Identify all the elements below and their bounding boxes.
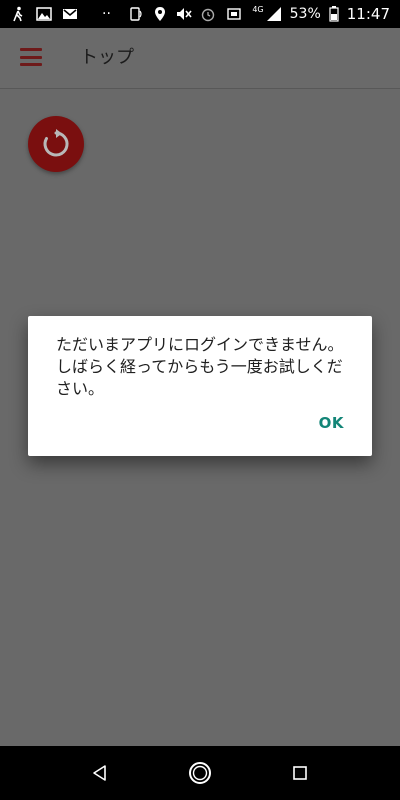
battery-percent: 53% [289, 6, 321, 22]
home-button[interactable] [170, 746, 230, 800]
navigation-bar [0, 746, 400, 800]
dots-icon: ·· [102, 6, 111, 22]
dialog-message: ただいまアプリにログインできません。しばらく経ってからもう一度お試しください。 [56, 335, 344, 398]
gmail-icon [63, 9, 77, 19]
back-icon [93, 765, 106, 781]
image-icon [36, 7, 52, 21]
ok-button[interactable]: OK [319, 414, 344, 432]
clock-time: 11:47 [346, 5, 390, 23]
recents-button[interactable] [270, 746, 330, 800]
mute-icon [177, 8, 192, 20]
recents-icon [293, 766, 307, 780]
location-icon [155, 7, 166, 21]
status-bar-right: 4G 53% 11:47 [128, 0, 390, 28]
signal-icon [266, 7, 281, 21]
back-button[interactable] [70, 746, 130, 800]
network-type-label: 4G [252, 5, 264, 14]
status-bar: ·· 4G 53% 11:47 [0, 0, 400, 28]
alert-dialog: ただいまアプリにログインできません。しばらく経ってからもう一度お試しください。 … [28, 316, 372, 456]
vibrate-icon [227, 8, 242, 20]
battery-icon [329, 6, 339, 22]
nfc-icon [130, 7, 142, 21]
home-icon [189, 762, 211, 784]
alarm-icon [202, 8, 215, 22]
status-bar-left: ·· [10, 0, 111, 28]
walk-icon [13, 6, 23, 22]
